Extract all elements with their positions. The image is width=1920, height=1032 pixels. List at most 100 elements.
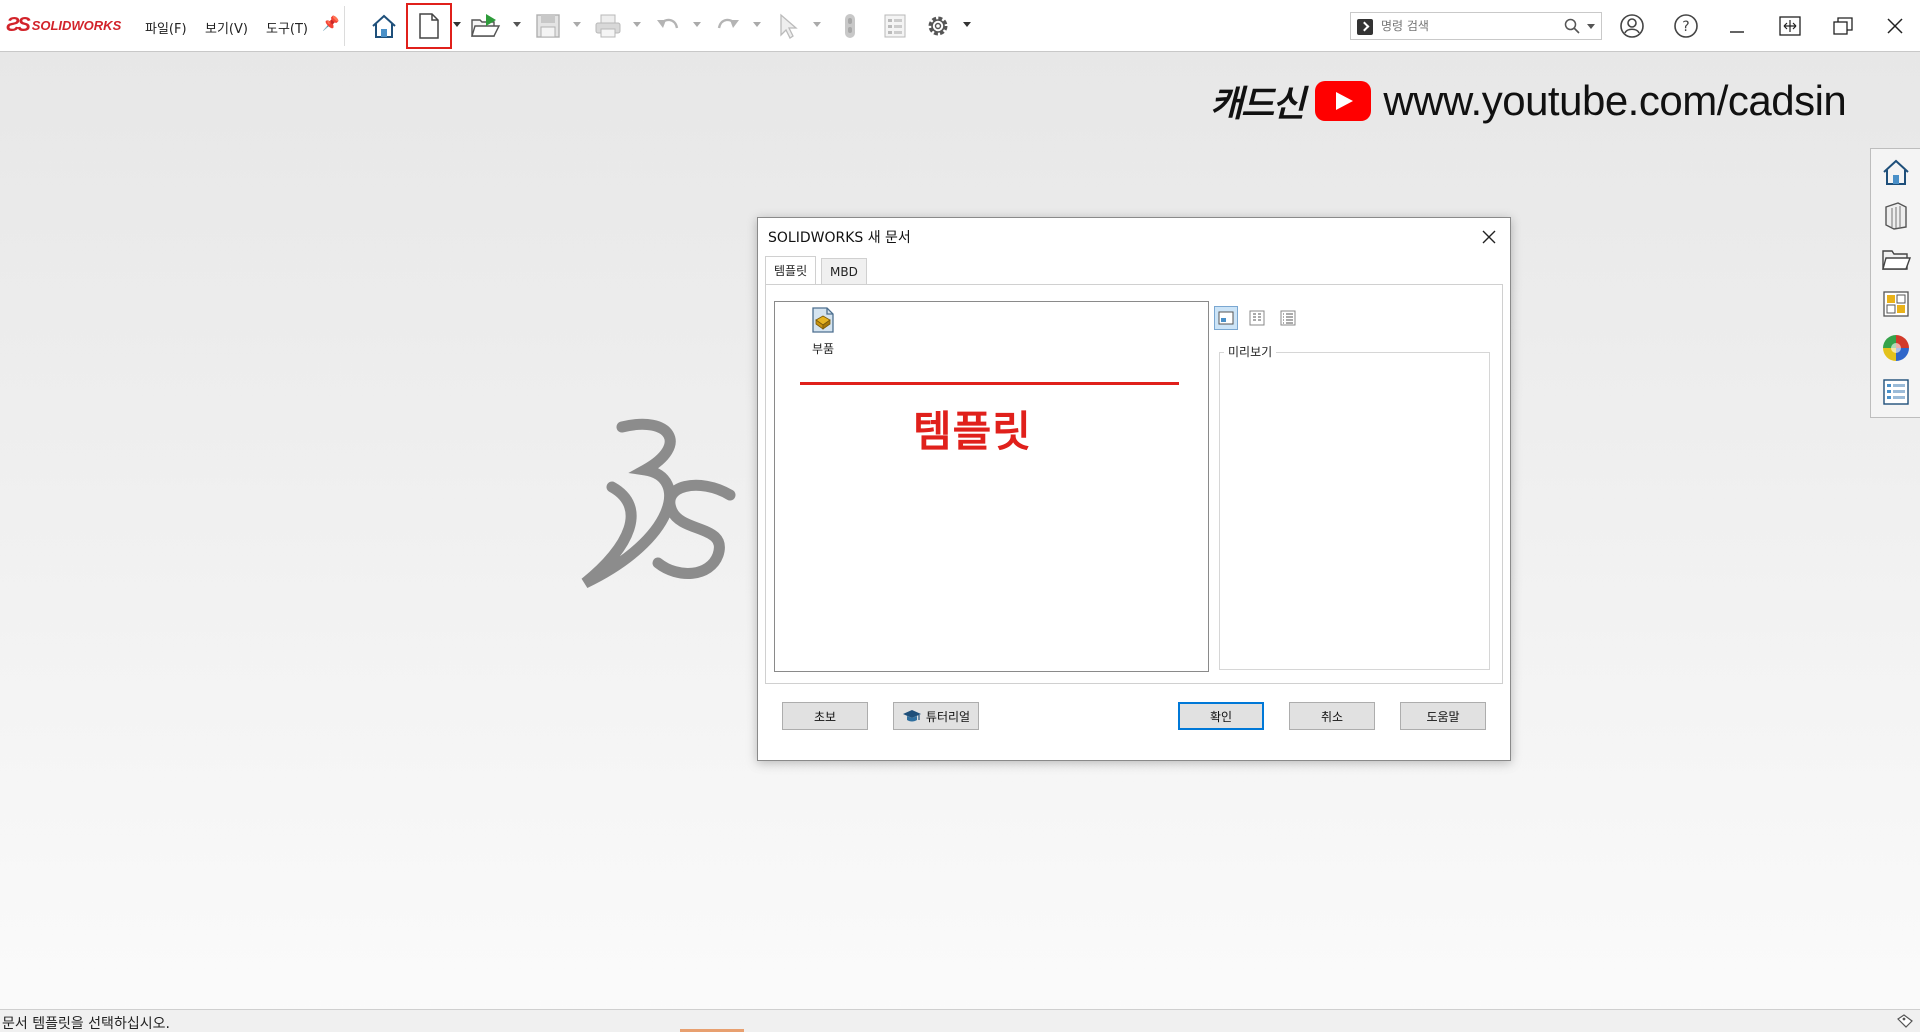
- new-document-button[interactable]: [413, 10, 445, 42]
- chevron-down-icon[interactable]: [1587, 24, 1595, 30]
- user-account-button[interactable]: [1615, 10, 1649, 42]
- close-icon: [1482, 230, 1496, 244]
- tutorial-label: 튜터리얼: [925, 709, 971, 724]
- youtube-icon: [1315, 81, 1372, 121]
- redo-button[interactable]: [712, 10, 744, 42]
- rebuild-button[interactable]: [834, 10, 866, 42]
- maximize-button[interactable]: [1826, 10, 1860, 42]
- new-document-icon: [419, 13, 439, 39]
- help-label: 도움말: [1426, 709, 1460, 724]
- help-dialog-button[interactable]: 도움말: [1400, 702, 1486, 730]
- ok-button[interactable]: 확인: [1178, 702, 1264, 730]
- task-pane-file-explorer[interactable]: [1877, 241, 1915, 279]
- chevron-down-icon[interactable]: [573, 22, 581, 28]
- graduation-cap-icon: [902, 710, 921, 722]
- task-pane: [1870, 148, 1920, 418]
- view-palette-icon: [1883, 291, 1909, 317]
- file-properties-icon: [884, 14, 906, 38]
- print-icon: [595, 14, 621, 38]
- maximize-icon: [1833, 17, 1853, 35]
- dialog-close-button[interactable]: [1476, 224, 1502, 250]
- dialog-title: SOLIDWORKS 새 문서: [768, 230, 911, 246]
- terminal-icon: [1357, 19, 1373, 35]
- novice-button[interactable]: 초보: [782, 702, 868, 730]
- solidworks-logo[interactable]: ƧS SOLIDWORKS: [6, 14, 121, 36]
- menu-view[interactable]: 보기(V): [205, 18, 248, 37]
- preview-label: 미리보기: [1224, 343, 1277, 360]
- search-icon[interactable]: [1564, 18, 1580, 34]
- minimize-icon: [1730, 31, 1744, 33]
- close-icon: [1887, 18, 1903, 34]
- file-properties-button[interactable]: [879, 10, 911, 42]
- task-pane-custom-properties[interactable]: [1877, 373, 1915, 411]
- rebuild-icon: [845, 14, 855, 38]
- chevron-down-icon[interactable]: [513, 22, 521, 28]
- restore-down-button[interactable]: [1773, 10, 1807, 42]
- close-button[interactable]: [1878, 10, 1912, 42]
- chevron-down-icon[interactable]: [813, 22, 821, 28]
- ds-logo-icon: ƧS: [6, 13, 31, 36]
- new-document-dialog: SOLIDWORKS 새 문서 템플릿 MBD 부품 템플릿 미리보기 초보 튜…: [757, 217, 1511, 761]
- tag-icon[interactable]: [1896, 1013, 1914, 1029]
- list-icon: [1249, 310, 1265, 326]
- minimize-button[interactable]: [1720, 10, 1754, 42]
- home-icon: [1883, 159, 1909, 185]
- undo-button[interactable]: [652, 10, 684, 42]
- gear-icon: [928, 16, 948, 36]
- channel-url: www.youtube.com/cadsin: [1383, 77, 1847, 124]
- ds-watermark-logo: [581, 418, 736, 588]
- task-pane-home[interactable]: [1877, 153, 1915, 191]
- open-button[interactable]: [470, 10, 502, 42]
- chevron-down-icon[interactable]: [453, 22, 461, 28]
- large-icons-icon: [1218, 311, 1234, 325]
- status-bar: 문서 템플릿을 선택하십시오.: [0, 1009, 1920, 1032]
- folder-icon: [1882, 250, 1911, 270]
- brand-name: SOLIDWORKS: [31, 17, 122, 33]
- chevron-down-icon[interactable]: [693, 22, 701, 28]
- template-list[interactable]: 부품 템플릿: [774, 301, 1209, 672]
- home-button[interactable]: [368, 10, 400, 42]
- view-large-icons-button[interactable]: [1214, 306, 1238, 330]
- part-document-icon: [812, 307, 834, 333]
- status-text: 문서 템플릿을 선택하십시오.: [2, 1016, 170, 1032]
- ok-label: 확인: [1209, 709, 1233, 724]
- menu-file[interactable]: 파일(F): [145, 18, 187, 37]
- cancel-label: 취소: [1320, 709, 1344, 724]
- chevron-down-icon[interactable]: [753, 22, 761, 28]
- tab-mbd[interactable]: MBD: [821, 258, 867, 284]
- help-button[interactable]: ?: [1669, 10, 1703, 42]
- tutorial-button[interactable]: 튜터리얼: [893, 702, 979, 730]
- task-pane-resources[interactable]: [1877, 197, 1915, 235]
- channel-name: 캐드신: [1210, 84, 1305, 125]
- command-search[interactable]: [1350, 12, 1602, 40]
- undo-icon: [657, 18, 679, 29]
- menu-tools[interactable]: 도구(T): [266, 18, 308, 37]
- restore-icon: [1779, 16, 1801, 36]
- redo-icon: [717, 18, 739, 29]
- save-button[interactable]: [532, 10, 564, 42]
- title-bar: ƧS SOLIDWORKS 파일(F) 보기(V) 도구(T) 📌 명령 검색 …: [0, 0, 1920, 52]
- view-list-button[interactable]: [1245, 306, 1269, 330]
- template-item-label: 부품: [811, 342, 835, 356]
- appearance-sphere-icon: [1883, 335, 1909, 361]
- template-item-part[interactable]: 부품: [801, 306, 845, 357]
- options-button[interactable]: [922, 10, 954, 42]
- save-icon: [536, 14, 560, 38]
- chevron-down-icon[interactable]: [963, 22, 971, 28]
- view-details-button[interactable]: [1276, 306, 1300, 330]
- chevron-down-icon[interactable]: [633, 22, 641, 28]
- preview-box: [1219, 352, 1490, 670]
- help-icon: ?: [1674, 14, 1698, 38]
- library-icon: [1885, 202, 1907, 230]
- task-pane-appearances[interactable]: [1877, 329, 1915, 367]
- select-button[interactable]: [772, 10, 804, 42]
- task-pane-view-palette[interactable]: [1877, 285, 1915, 323]
- open-icon: [471, 14, 501, 37]
- novice-label: 초보: [813, 709, 837, 724]
- search-input[interactable]: [1381, 16, 1551, 36]
- cancel-button[interactable]: 취소: [1289, 702, 1375, 730]
- home-icon: [372, 14, 396, 38]
- pin-icon[interactable]: 📌: [322, 16, 339, 32]
- tab-templates[interactable]: 템플릿: [765, 256, 817, 284]
- print-button[interactable]: [592, 10, 624, 42]
